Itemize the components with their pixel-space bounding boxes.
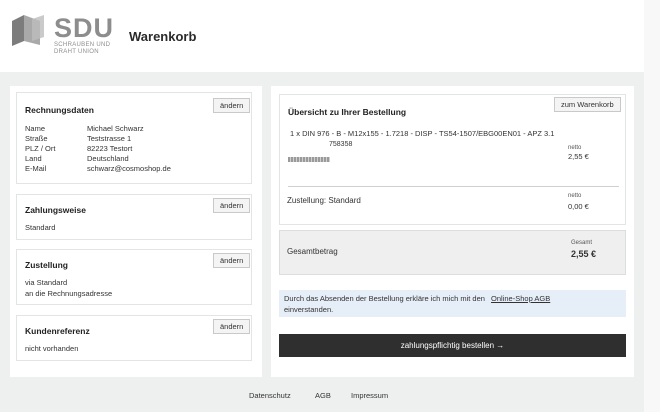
- page-footer: Datenschutz AGB Impressum: [0, 391, 644, 405]
- payment-title: Zahlungsweise: [25, 205, 86, 215]
- terms-consent-box: Durch das Absenden der Bestellung erklär…: [279, 290, 626, 317]
- customer-details-panel: Rechnungsdaten ändern Name Michael Schwar…: [10, 86, 262, 377]
- edit-billing-button[interactable]: ändern: [213, 98, 251, 113]
- billing-details: Name Michael Schwarz Straße Teststrasse 1 …: [25, 123, 245, 174]
- reference-card: Kundenreferenz ändern nicht vorhanden: [16, 315, 252, 361]
- billing-card: Rechnungsdaten ändern Name Michael Schwar…: [16, 92, 252, 184]
- sdu-logo[interactable]: SDU SCHRAUBEN UND DRAHT UNION: [10, 13, 115, 57]
- total-box: Gesamtbetrag Gesamt 2,55 €: [279, 230, 626, 275]
- item-hidden-info: [288, 157, 330, 162]
- delivery-title: Zustellung: [25, 260, 68, 270]
- consent-text-before: Durch das Absenden der Bestellung erklär…: [284, 294, 485, 303]
- terms-consent-text: Durch das Absenden der Bestellung erklär…: [284, 293, 619, 315]
- payment-card: Zahlungsweise ändern Standard: [16, 194, 252, 240]
- total-small-label: Gesamt: [571, 240, 593, 246]
- logo-wordmark: SDU: [54, 13, 115, 43]
- delivery-address: an die Rechnungsadresse: [25, 289, 113, 298]
- page-header: SDU SCHRAUBEN UND DRAHT UNION Warenkorb: [0, 0, 644, 72]
- order-summary-panel: Übersicht zu Ihrer Bestellung zum Warenk…: [271, 86, 634, 377]
- order-divider: [288, 186, 619, 187]
- item-price: 2,55 €: [568, 152, 589, 161]
- billing-title: Rechnungsdaten: [25, 105, 94, 115]
- order-overview-card: Übersicht zu Ihrer Bestellung zum Warenk…: [279, 94, 626, 225]
- edit-reference-button[interactable]: ändern: [213, 319, 251, 334]
- to-cart-button[interactable]: zum Warenkorb: [554, 97, 621, 112]
- shipping-price: 0,00 €: [568, 202, 589, 211]
- footer-link-privacy[interactable]: Datenschutz: [249, 391, 291, 400]
- delivery-card: Zustellung ändern via Standard an die Re…: [16, 249, 252, 305]
- scroll-gutter: [644, 0, 660, 412]
- page-title: Warenkorb: [129, 29, 197, 44]
- billing-row-email: E-Mail schwarz@cosmoshop.de: [25, 163, 245, 174]
- agb-link[interactable]: Online-Shop AGB: [491, 294, 550, 303]
- logo-mark-icon: [12, 15, 44, 46]
- reference-value: nicht vorhanden: [25, 344, 79, 353]
- billing-label: E-Mail: [25, 164, 47, 173]
- delivery-method: via Standard: [25, 278, 68, 287]
- footer-link-imprint[interactable]: Impressum: [351, 391, 388, 400]
- reference-title: Kundenreferenz: [25, 326, 90, 336]
- edit-delivery-button[interactable]: ändern: [213, 253, 251, 268]
- billing-value: schwarz@cosmoshop.de: [87, 164, 171, 173]
- footer-link-agb[interactable]: AGB: [315, 391, 331, 400]
- shipping-label: Zustellung: Standard: [287, 196, 361, 205]
- total-label: Gesamtbetrag: [287, 247, 338, 256]
- order-item-number: 758358: [329, 141, 353, 148]
- payment-value: Standard: [25, 223, 56, 232]
- order-overview-title: Übersicht zu Ihrer Bestellung: [288, 107, 407, 117]
- place-order-button[interactable]: zahlungspflichtig bestellen →: [279, 334, 626, 357]
- order-item-description: 1 x DIN 976 - B - M12x155 - 1.7218 - DIS…: [290, 129, 555, 138]
- edit-payment-button[interactable]: ändern: [213, 198, 251, 213]
- logo-subtitle: SCHRAUBEN UND DRAHT UNION: [54, 42, 111, 55]
- total-value: 2,55 €: [571, 249, 597, 259]
- consent-text-after: einverstanden.: [284, 305, 334, 314]
